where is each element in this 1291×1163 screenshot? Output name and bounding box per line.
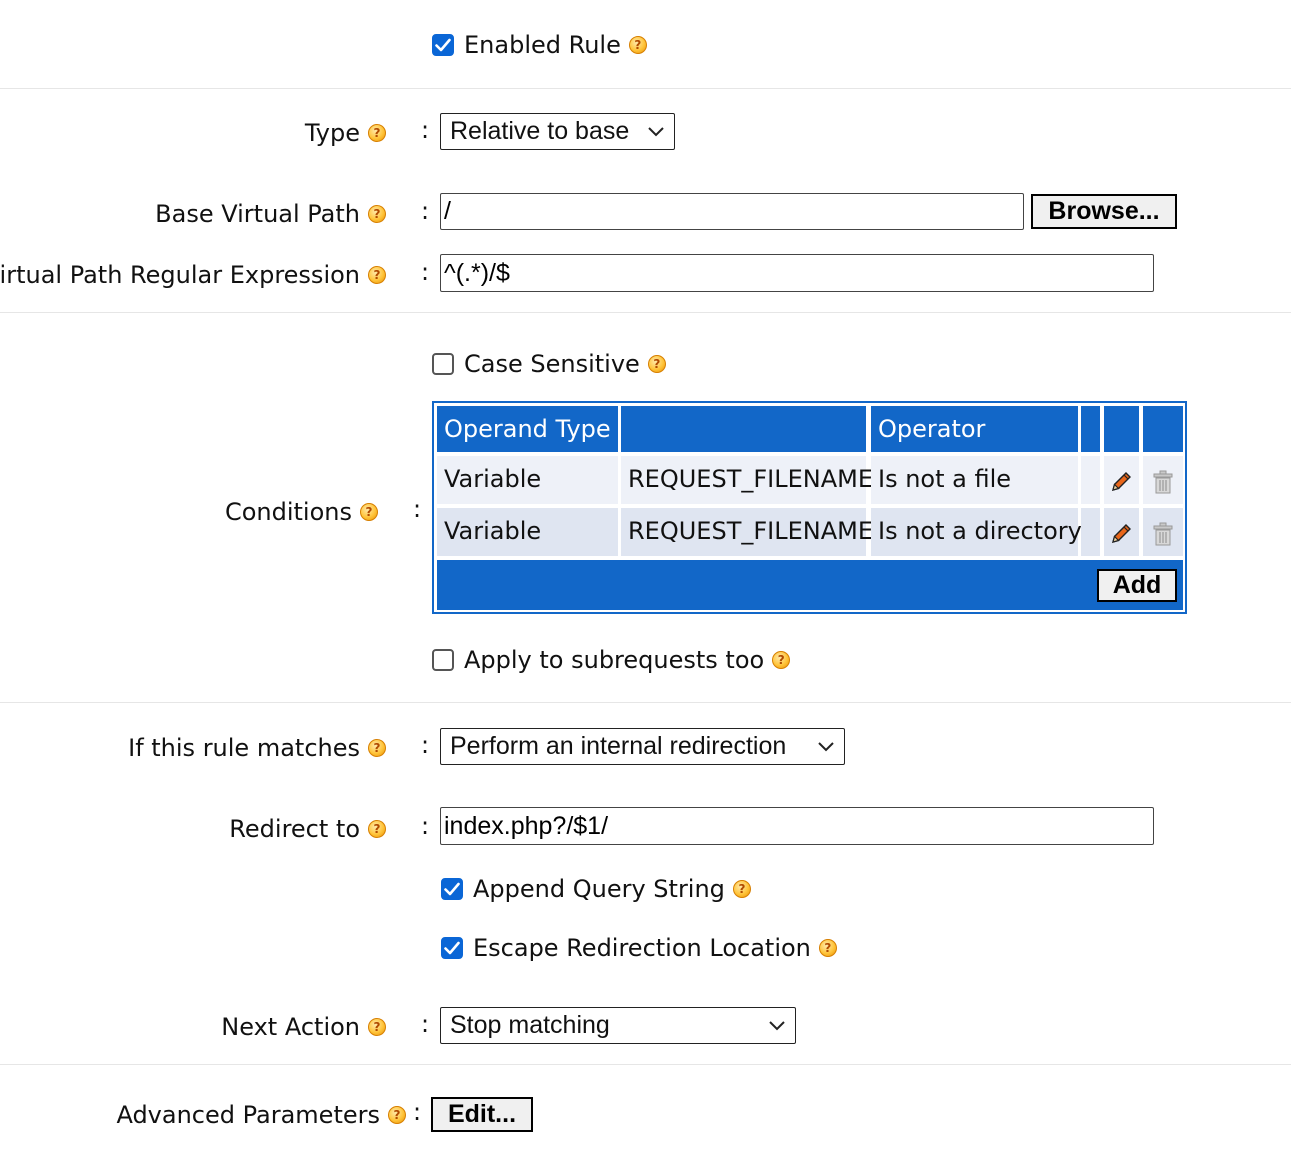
regex-label-row: Virtual Path Regular Expression ? [0,261,386,289]
redirect-to-label: Redirect to [229,815,360,843]
escape-redirect-label: Escape Redirection Location [473,934,811,962]
enabled-rule-label: Enabled Rule [464,31,621,59]
colon: : [413,1098,422,1126]
regex-label: Virtual Path Regular Expression [0,261,360,289]
action-select[interactable]: Perform an internal redirection [440,728,845,765]
colon: : [421,1010,430,1038]
column-header-blank [1081,406,1100,452]
section-divider [0,88,1291,89]
escape-redirect-row: Escape Redirection Location ? [441,934,837,962]
column-header-operator[interactable]: Operator [871,406,1078,452]
help-icon[interactable]: ? [772,651,791,669]
browse-button[interactable]: Browse... [1031,194,1177,229]
advanced-label-row: Advanced Parameters ? [116,1101,406,1129]
type-label: Type [304,119,360,147]
type-label-row: Type ? [305,119,386,147]
table-footer: Add [437,560,1183,610]
escape-redirect-checkbox[interactable] [441,937,463,959]
help-icon[interactable]: ? [368,205,386,223]
help-icon[interactable]: ? [628,36,647,54]
help-icon[interactable]: ? [818,939,837,957]
next-action-select-value: Stop matching [450,1011,610,1039]
base-virtual-path-input[interactable]: / [440,193,1024,230]
case-sensitive-checkbox[interactable] [432,353,454,375]
colon: : [413,495,422,523]
colon: : [421,116,430,144]
column-header-delete [1143,406,1183,452]
add-condition-button[interactable]: Add [1097,569,1177,602]
colon: : [421,197,430,225]
colon: : [421,258,430,286]
redirect-to-label-row: Redirect to ? [229,815,386,843]
section-divider [0,312,1291,313]
pencil-icon[interactable] [1109,470,1133,494]
help-icon[interactable]: ? [388,1106,406,1124]
help-icon[interactable]: ? [368,1018,386,1036]
action-select-value: Perform an internal redirection [450,732,787,760]
pencil-icon[interactable] [1109,522,1133,546]
cell-blank [1081,508,1100,556]
append-query-checkbox[interactable] [441,878,463,900]
help-icon[interactable]: ? [368,820,386,838]
next-action-label-row: Next Action ? [221,1013,386,1041]
cell-operator: Is not a file [871,456,1078,504]
cell-blank [1081,456,1100,504]
column-header-edit [1104,406,1139,452]
section-divider [0,1064,1291,1065]
append-query-label: Append Query String [473,875,725,903]
help-icon[interactable]: ? [360,503,378,521]
cell-operand-type: Variable [437,508,618,556]
type-select[interactable]: Relative to base [440,113,675,150]
apply-subrequests-row: Apply to subrequests too ? [432,646,791,674]
conditions-label: Conditions [224,498,352,526]
cell-operand-type: Variable [437,456,618,504]
chevron-down-icon [769,1020,785,1030]
enabled-rule-checkbox[interactable] [432,34,454,56]
next-action-select[interactable]: Stop matching [440,1007,796,1044]
cell-operand: REQUEST_FILENAME [621,456,873,504]
append-query-row: Append Query String ? [441,875,751,903]
conditions-table: Operand Type Operator Variable REQUEST_F… [432,401,1187,614]
delete-cell [1143,508,1183,556]
apply-subrequests-label: Apply to subrequests too [464,646,765,674]
trash-icon[interactable] [1150,469,1176,495]
delete-cell [1143,456,1183,504]
colon: : [421,731,430,759]
help-icon[interactable]: ? [368,266,386,284]
section-divider [0,702,1291,703]
edit-cell [1104,456,1139,504]
if-matches-label-row: If this rule matches ? [128,734,386,762]
chevron-down-icon [818,741,834,751]
cell-operator: Is not a directory [871,508,1082,556]
chevron-down-icon [648,126,664,136]
trash-icon[interactable] [1150,521,1176,547]
help-icon[interactable]: ? [647,355,666,373]
if-matches-label: If this rule matches [128,734,360,762]
check-icon [444,882,460,896]
help-icon[interactable]: ? [732,880,751,898]
column-header-operand[interactable] [621,406,866,452]
help-icon[interactable]: ? [368,124,386,142]
enabled-rule-row: Enabled Rule ? [432,31,647,59]
check-icon [435,38,451,52]
type-select-value: Relative to base [450,117,630,145]
apply-subrequests-checkbox[interactable] [432,649,454,671]
check-icon [444,941,460,955]
next-action-label: Next Action [221,1013,360,1041]
case-sensitive-label: Case Sensitive [464,350,640,378]
help-icon[interactable]: ? [368,739,386,757]
regex-input[interactable]: ^(.*)/$ [440,254,1154,292]
base-virtual-path-label: Base Virtual Path [155,200,360,228]
conditions-label-row: Conditions ? [225,498,378,526]
base-virtual-path-label-row: Base Virtual Path ? [155,200,386,228]
case-sensitive-row: Case Sensitive ? [432,350,666,378]
colon: : [421,812,430,840]
advanced-label: Advanced Parameters [116,1101,380,1129]
edit-advanced-button[interactable]: Edit... [431,1097,533,1132]
column-header-operand-type[interactable]: Operand Type [437,406,618,452]
edit-cell [1104,508,1139,556]
redirect-to-input[interactable]: index.php?/$1/ [440,807,1154,845]
cell-operand: REQUEST_FILENAME [621,508,873,556]
